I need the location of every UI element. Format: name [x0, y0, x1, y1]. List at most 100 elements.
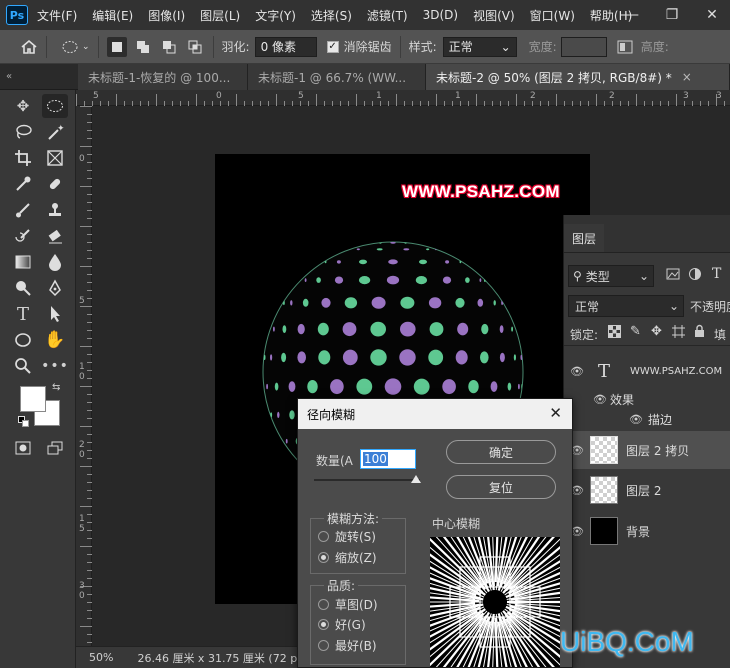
blur-tool-icon[interactable]: [42, 250, 68, 274]
visibility-eye-icon[interactable]: 👁: [628, 413, 644, 426]
gradient-tool-icon[interactable]: [10, 250, 36, 274]
amount-slider-handle[interactable]: [411, 475, 421, 483]
elliptical-marquee-preset-icon[interactable]: ⌄: [61, 34, 90, 60]
menu-select[interactable]: 选择(S): [311, 7, 352, 24]
home-icon[interactable]: [20, 34, 38, 60]
sphere-dot: [465, 277, 470, 283]
lock-position-icon[interactable]: ✥: [651, 324, 662, 339]
screen-mode-icon[interactable]: [42, 436, 68, 460]
amount-input[interactable]: 100: [360, 449, 416, 469]
zoom-radio[interactable]: 缩放(Z): [318, 549, 377, 566]
elliptical-marquee-tool-icon[interactable]: [42, 94, 68, 118]
tab-doc-2[interactable]: 未标题-2 @ 50% (图层 2 拷贝, RGB/8#) * ×: [426, 64, 730, 90]
layer-row-text[interactable]: 👁 T WWW.PSAHZ.COM: [564, 353, 730, 389]
sphere-dot: [318, 350, 331, 365]
document-tab-bar: « 未标题-1-恢复的 @ 100... 未标题-1 @ 66.7% (WW..…: [0, 64, 730, 90]
collapse-panels-icon[interactable]: «: [0, 64, 18, 89]
layer-row-layer2[interactable]: 👁 图层 2: [564, 471, 730, 509]
menu-window[interactable]: 窗口(W): [530, 7, 575, 24]
lock-artboard-icon[interactable]: [672, 325, 685, 341]
sphere-dot: [477, 298, 484, 307]
reset-button[interactable]: 复位: [446, 475, 556, 499]
lock-transparent-icon[interactable]: [608, 325, 621, 341]
sphere-dot: [334, 276, 344, 284]
eyedropper-icon[interactable]: [10, 172, 36, 196]
lock-all-icon[interactable]: [694, 324, 705, 340]
antialias-label: 消除锯齿: [343, 40, 392, 54]
tab-doc-1-recovered[interactable]: 未标题-1-恢复的 @ 100...: [78, 64, 248, 90]
default-colors-icon[interactable]: [18, 416, 30, 428]
filter-pixel-icon[interactable]: [666, 267, 680, 284]
dodge-tool-icon[interactable]: [10, 276, 36, 300]
layer-filter-select[interactable]: ⚲ 类型 ⌄: [568, 265, 654, 287]
layer-row-background[interactable]: 👁 背景: [564, 512, 730, 550]
intersect-selection-icon[interactable]: [185, 37, 205, 57]
menu-image[interactable]: 图像(I): [148, 7, 185, 24]
feather-input[interactable]: 0 像素: [254, 36, 317, 57]
magic-wand-icon[interactable]: ✦: [42, 120, 68, 144]
sphere-dot: [415, 276, 427, 285]
more-tools-icon[interactable]: •••: [41, 354, 68, 378]
best-radio[interactable]: 最好(B): [318, 637, 377, 654]
close-icon[interactable]: ✕: [549, 404, 562, 422]
draft-radio[interactable]: 草图(D): [318, 596, 378, 613]
swap-colors-icon[interactable]: ⇆: [52, 382, 60, 393]
healing-brush-icon[interactable]: [42, 172, 68, 196]
good-radio[interactable]: 好(G): [318, 616, 366, 633]
frame-tool-icon[interactable]: [42, 146, 68, 170]
layer-row-stroke-effect[interactable]: 👁 描边: [564, 409, 730, 429]
menu-type[interactable]: 文字(Y): [255, 7, 296, 24]
new-selection-icon[interactable]: [106, 36, 127, 57]
zoom-level[interactable]: 50%: [89, 651, 113, 664]
tab-close-icon[interactable]: ×: [682, 70, 692, 84]
filter-adjustment-icon[interactable]: [688, 267, 702, 284]
tab-doc-1[interactable]: 未标题-1 @ 66.7% (WW...: [248, 64, 426, 90]
maximize-icon[interactable]: ❐: [652, 0, 692, 30]
foreground-color-swatch[interactable]: [20, 386, 46, 412]
path-selection-icon[interactable]: [42, 302, 68, 326]
lock-pixels-icon[interactable]: ✎: [630, 324, 641, 339]
menu-layer[interactable]: 图层(L): [200, 7, 240, 24]
layers-panel: 图层 ⚲类型⌄ T 正常⌄ 不透明度 锁定: ✎ ✥ 填 👁 T WWW.PSA…: [563, 215, 730, 668]
blur-center-preview[interactable]: [430, 537, 560, 667]
visibility-eye-icon[interactable]: 👁: [564, 365, 590, 378]
hand-tool-icon[interactable]: ✋: [42, 328, 68, 352]
preview-ray: [435, 610, 488, 667]
layer-row-layer2-copy[interactable]: 👁 图层 2 拷贝: [564, 431, 730, 469]
antialias-checkbox[interactable]: ✓: [326, 40, 339, 53]
sphere-dot: [359, 276, 371, 285]
clone-stamp-icon[interactable]: [42, 198, 68, 222]
lock-label: 锁定:: [570, 328, 599, 342]
sphere-dot: [442, 276, 452, 284]
minimize-icon[interactable]: —: [612, 0, 652, 30]
visibility-eye-icon[interactable]: 👁: [592, 393, 608, 406]
menu-file[interactable]: 文件(F): [37, 7, 77, 24]
crop-tool-icon[interactable]: [10, 146, 36, 170]
history-brush-icon[interactable]: [10, 224, 36, 248]
ok-button[interactable]: 确定: [446, 440, 556, 464]
type-tool-icon[interactable]: T: [10, 302, 36, 326]
tab-layers[interactable]: 图层: [564, 224, 605, 252]
blend-mode-select[interactable]: 正常 ⌄: [568, 295, 684, 317]
zoom-tool-icon[interactable]: [10, 354, 36, 378]
brush-tool-icon[interactable]: [10, 198, 36, 222]
sphere-dot: [316, 277, 321, 283]
layer-row-effects[interactable]: 👁 效果: [564, 389, 730, 409]
style-select[interactable]: 正常 ⌄: [442, 36, 517, 57]
menu-3d[interactable]: 3D(D): [423, 8, 458, 22]
menu-filter[interactable]: 滤镜(T): [367, 7, 408, 24]
menu-edit[interactable]: 编辑(E): [92, 7, 133, 24]
move-tool-icon[interactable]: ✥: [10, 94, 36, 118]
spin-radio[interactable]: 旋转(S): [318, 528, 376, 545]
menu-view[interactable]: 视图(V): [473, 7, 515, 24]
lasso-tool-icon[interactable]: [10, 120, 36, 144]
quick-mask-icon[interactable]: [10, 436, 36, 460]
filter-type-icon[interactable]: T: [712, 266, 721, 282]
subtract-selection-icon[interactable]: [159, 37, 179, 57]
add-selection-icon[interactable]: [133, 37, 153, 57]
amount-slider-track[interactable]: [314, 479, 420, 481]
ellipse-shape-icon[interactable]: [10, 328, 36, 352]
close-icon[interactable]: ✕: [692, 0, 730, 30]
eraser-tool-icon[interactable]: [42, 224, 68, 248]
pen-tool-icon[interactable]: [42, 276, 68, 300]
